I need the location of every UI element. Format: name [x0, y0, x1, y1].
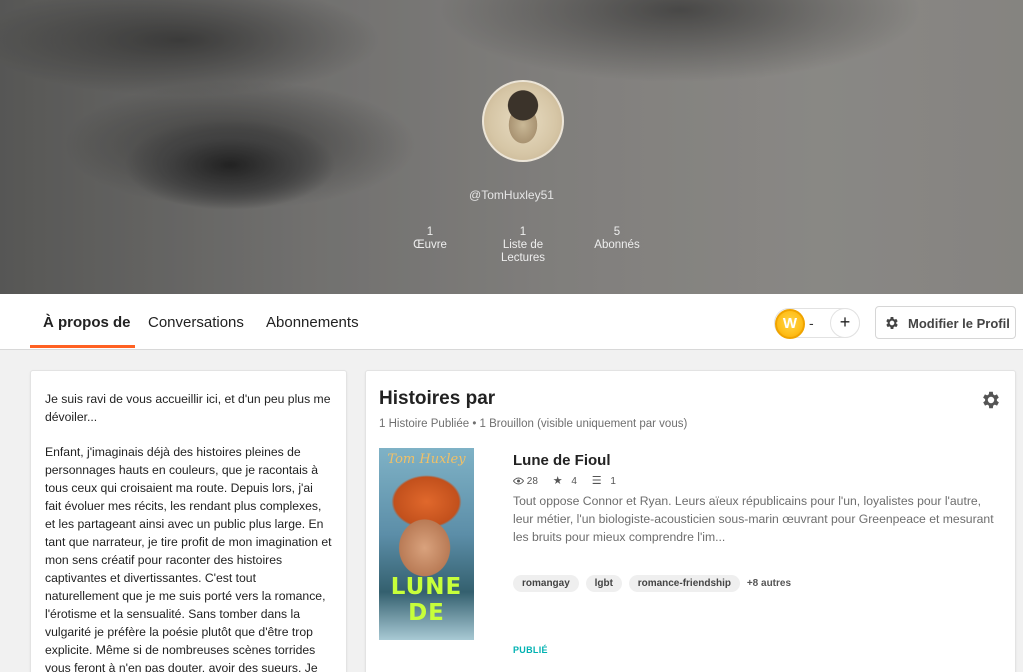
eye-icon: [512, 477, 525, 485]
stat-followers-value: 5: [613, 226, 621, 238]
list-icon: ☰: [591, 475, 602, 487]
reads-stat: 28: [512, 476, 547, 487]
profile-nav: À propos de Conversations Abonnements: [0, 294, 1023, 350]
coin-icon: W: [775, 309, 805, 339]
edit-profile-label: Modifier le Profil: [908, 316, 1010, 331]
active-tab-indicator: [30, 345, 135, 348]
about-paragraph: Je suis ravi de vous accueillir ici, et …: [45, 392, 331, 424]
tag[interactable]: lgbt: [585, 575, 622, 592]
stat-works[interactable]: 1 Œuvre: [390, 226, 470, 252]
story-description: Tout oppose Connor et Ryan. Leurs aïeux …: [513, 494, 994, 544]
coin-count: -: [809, 315, 814, 331]
stories-card: Histoires par 1 Histoire Publiée • 1 Bro…: [365, 370, 1016, 672]
avatar[interactable]: [482, 80, 564, 162]
stories-summary: 1 Histoire Publiée • 1 Brouillon (visibl…: [379, 418, 688, 430]
about-paragraph: Enfant, j'imaginais déjà des histoires p…: [45, 445, 332, 672]
stat-followers-label: Abonnés: [594, 239, 640, 251]
story-meta: 28 ★ 4 ☰ 1: [512, 474, 628, 487]
story-title[interactable]: Lune de Fioul: [513, 452, 611, 469]
stat-reading-lists-value: 1: [519, 226, 527, 238]
tab-conversations[interactable]: Conversations: [148, 314, 244, 331]
stat-works-label: Œuvre: [413, 239, 447, 251]
cover-author: Tom Huxley: [387, 452, 466, 467]
story-status-badge: PUBLIÉ: [513, 645, 548, 655]
story-tags: romangay lgbt romance-friendship +8 autr…: [513, 575, 791, 592]
stat-followers[interactable]: 5 Abonnés: [577, 226, 657, 252]
stat-reading-lists[interactable]: 1 Liste de Lectures: [483, 226, 563, 265]
coins-widget[interactable]: W - +: [774, 308, 860, 339]
tag[interactable]: romance-friendship: [628, 575, 741, 592]
add-coins-button[interactable]: +: [830, 308, 860, 338]
stat-reading-lists-label: Liste de Lectures: [500, 239, 546, 264]
star-icon: ★: [552, 475, 563, 487]
tag[interactable]: romangay: [513, 575, 579, 592]
tab-following[interactable]: Abonnements: [266, 314, 359, 331]
reads-count: 28: [526, 476, 538, 487]
cover-title: LUNE DE: [390, 574, 463, 626]
gear-icon: [886, 317, 898, 329]
votes-stat: ★ 4: [552, 475, 586, 487]
about-card: Je suis ravi de vous accueillir ici, et …: [30, 370, 347, 672]
stat-works-value: 1: [426, 226, 434, 238]
votes-count: 4: [571, 476, 577, 487]
edit-profile-button[interactable]: Modifier le Profil: [875, 306, 1016, 339]
more-tags-link[interactable]: +8 autres: [747, 578, 791, 589]
stories-title: Histoires par: [379, 388, 496, 409]
tab-about[interactable]: À propos de: [43, 314, 131, 331]
parts-count: 1: [610, 476, 616, 487]
username: @TomHuxley51: [469, 188, 554, 202]
parts-stat: ☰ 1: [591, 475, 622, 487]
story-cover[interactable]: Tom Huxley LUNE DE: [379, 448, 474, 640]
gear-icon[interactable]: [980, 389, 1002, 411]
